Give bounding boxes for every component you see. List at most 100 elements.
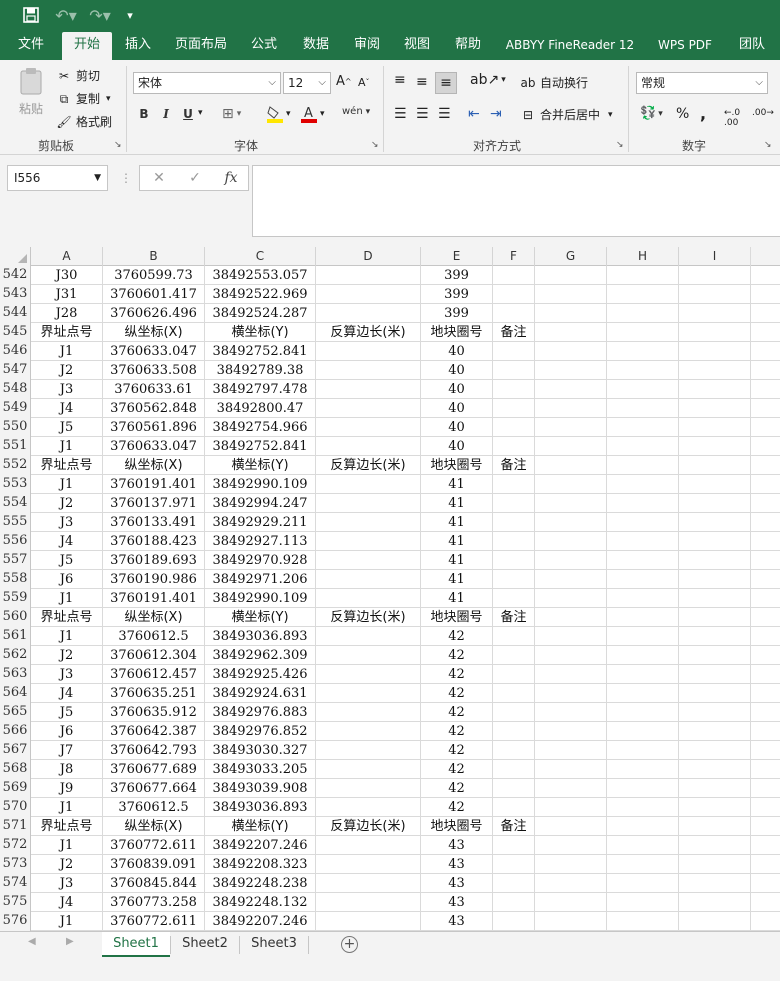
cell[interactable] [316,779,421,798]
cell[interactable]: J31 [31,285,103,304]
cell[interactable] [607,627,679,646]
cell[interactable]: 38493039.908 [205,779,316,798]
cell[interactable]: 备注 [493,323,535,342]
row-header[interactable]: 570 [0,798,31,817]
cell[interactable] [607,684,679,703]
cell[interactable] [607,798,679,817]
cell[interactable] [679,361,751,380]
cell[interactable] [316,893,421,912]
cell[interactable] [679,380,751,399]
percent-button[interactable]: % [676,106,689,122]
cell[interactable] [535,741,607,760]
cell[interactable] [679,570,751,589]
cell[interactable] [607,418,679,437]
cell[interactable] [535,665,607,684]
cell[interactable]: J3 [31,874,103,893]
row-header[interactable]: 548 [0,380,31,399]
cell[interactable]: 3760626.496 [103,304,205,323]
cell[interactable]: 40 [421,361,493,380]
cell[interactable]: 3760633.508 [103,361,205,380]
enter-icon[interactable]: ✓ [184,168,206,188]
cell[interactable] [493,361,535,380]
cell[interactable]: 3760642.387 [103,722,205,741]
cell[interactable]: 42 [421,798,493,817]
cell[interactable] [493,570,535,589]
cell[interactable] [535,494,607,513]
cell[interactable]: J2 [31,361,103,380]
cell[interactable] [493,722,535,741]
underline-button[interactable]: U [178,104,198,124]
cell[interactable]: 42 [421,722,493,741]
cell[interactable]: 3760562.848 [103,399,205,418]
tab-insert[interactable]: 插入 [118,30,158,60]
cell[interactable] [316,703,421,722]
cell[interactable]: 38492248.132 [205,893,316,912]
cell[interactable] [607,456,679,475]
cell[interactable]: J5 [31,418,103,437]
row-header[interactable]: 552 [0,456,31,475]
wrap-text-button[interactable]: ab 自动换行 [520,74,589,91]
cancel-icon[interactable]: ✕ [148,168,170,188]
cell[interactable]: 3760642.793 [103,741,205,760]
cell[interactable] [535,456,607,475]
cell[interactable] [607,703,679,722]
column-header-g[interactable]: G [535,247,607,266]
row-header[interactable]: 549 [0,399,31,418]
bold-button[interactable]: B [134,104,154,124]
cell[interactable]: 3760635.912 [103,703,205,722]
cell[interactable]: 38492971.206 [205,570,316,589]
merge-center-button[interactable]: ⊟ 合并后居中 ▾ [520,106,613,123]
cell[interactable] [607,646,679,665]
cell[interactable] [607,779,679,798]
cell[interactable] [607,665,679,684]
cell[interactable] [607,836,679,855]
font-launcher-icon[interactable]: ↘ [371,140,379,150]
cell[interactable]: 43 [421,855,493,874]
tab-review[interactable]: 审阅 [347,30,387,60]
cell[interactable] [607,513,679,532]
cell[interactable] [493,874,535,893]
cell[interactable]: 3760612.5 [103,627,205,646]
cell[interactable] [316,646,421,665]
cell[interactable] [607,266,679,285]
cell[interactable] [535,418,607,437]
cell[interactable] [535,703,607,722]
customize-quick-access-icon[interactable]: ▾ [122,4,138,26]
cell[interactable]: 备注 [493,456,535,475]
cell[interactable] [607,760,679,779]
cell[interactable]: 42 [421,684,493,703]
cell[interactable] [535,399,607,418]
cell[interactable]: 38492976.852 [205,722,316,741]
cell[interactable]: 界址点号 [31,323,103,342]
row-header[interactable]: 542 [0,266,31,285]
tab-team[interactable]: 团队 [732,30,772,60]
cell[interactable] [493,399,535,418]
cell[interactable] [316,836,421,855]
clipboard-launcher-icon[interactable]: ↘ [114,140,122,150]
cell[interactable] [679,589,751,608]
cell[interactable] [316,437,421,456]
insert-function-icon[interactable]: fx [220,168,242,188]
cell[interactable]: J3 [31,380,103,399]
cell[interactable] [679,855,751,874]
cell[interactable]: 38492752.841 [205,342,316,361]
cell[interactable]: 42 [421,665,493,684]
cell[interactable]: 40 [421,418,493,437]
comma-style-button[interactable]: , [700,104,706,123]
row-header[interactable]: 576 [0,912,31,931]
cell[interactable] [535,893,607,912]
decrease-decimal-icon[interactable]: .00→ [752,108,774,118]
cell[interactable]: 反算边长(米) [316,323,421,342]
cell[interactable]: J5 [31,703,103,722]
cell[interactable] [679,798,751,817]
cell[interactable] [316,532,421,551]
cell[interactable]: 38492990.109 [205,475,316,494]
row-header[interactable]: 566 [0,722,31,741]
cell[interactable] [607,380,679,399]
cell[interactable] [316,855,421,874]
row-header[interactable]: 573 [0,855,31,874]
row-header[interactable]: 572 [0,836,31,855]
align-right-icon[interactable]: ☰ [438,106,451,122]
cell[interactable] [316,399,421,418]
cell[interactable] [679,703,751,722]
